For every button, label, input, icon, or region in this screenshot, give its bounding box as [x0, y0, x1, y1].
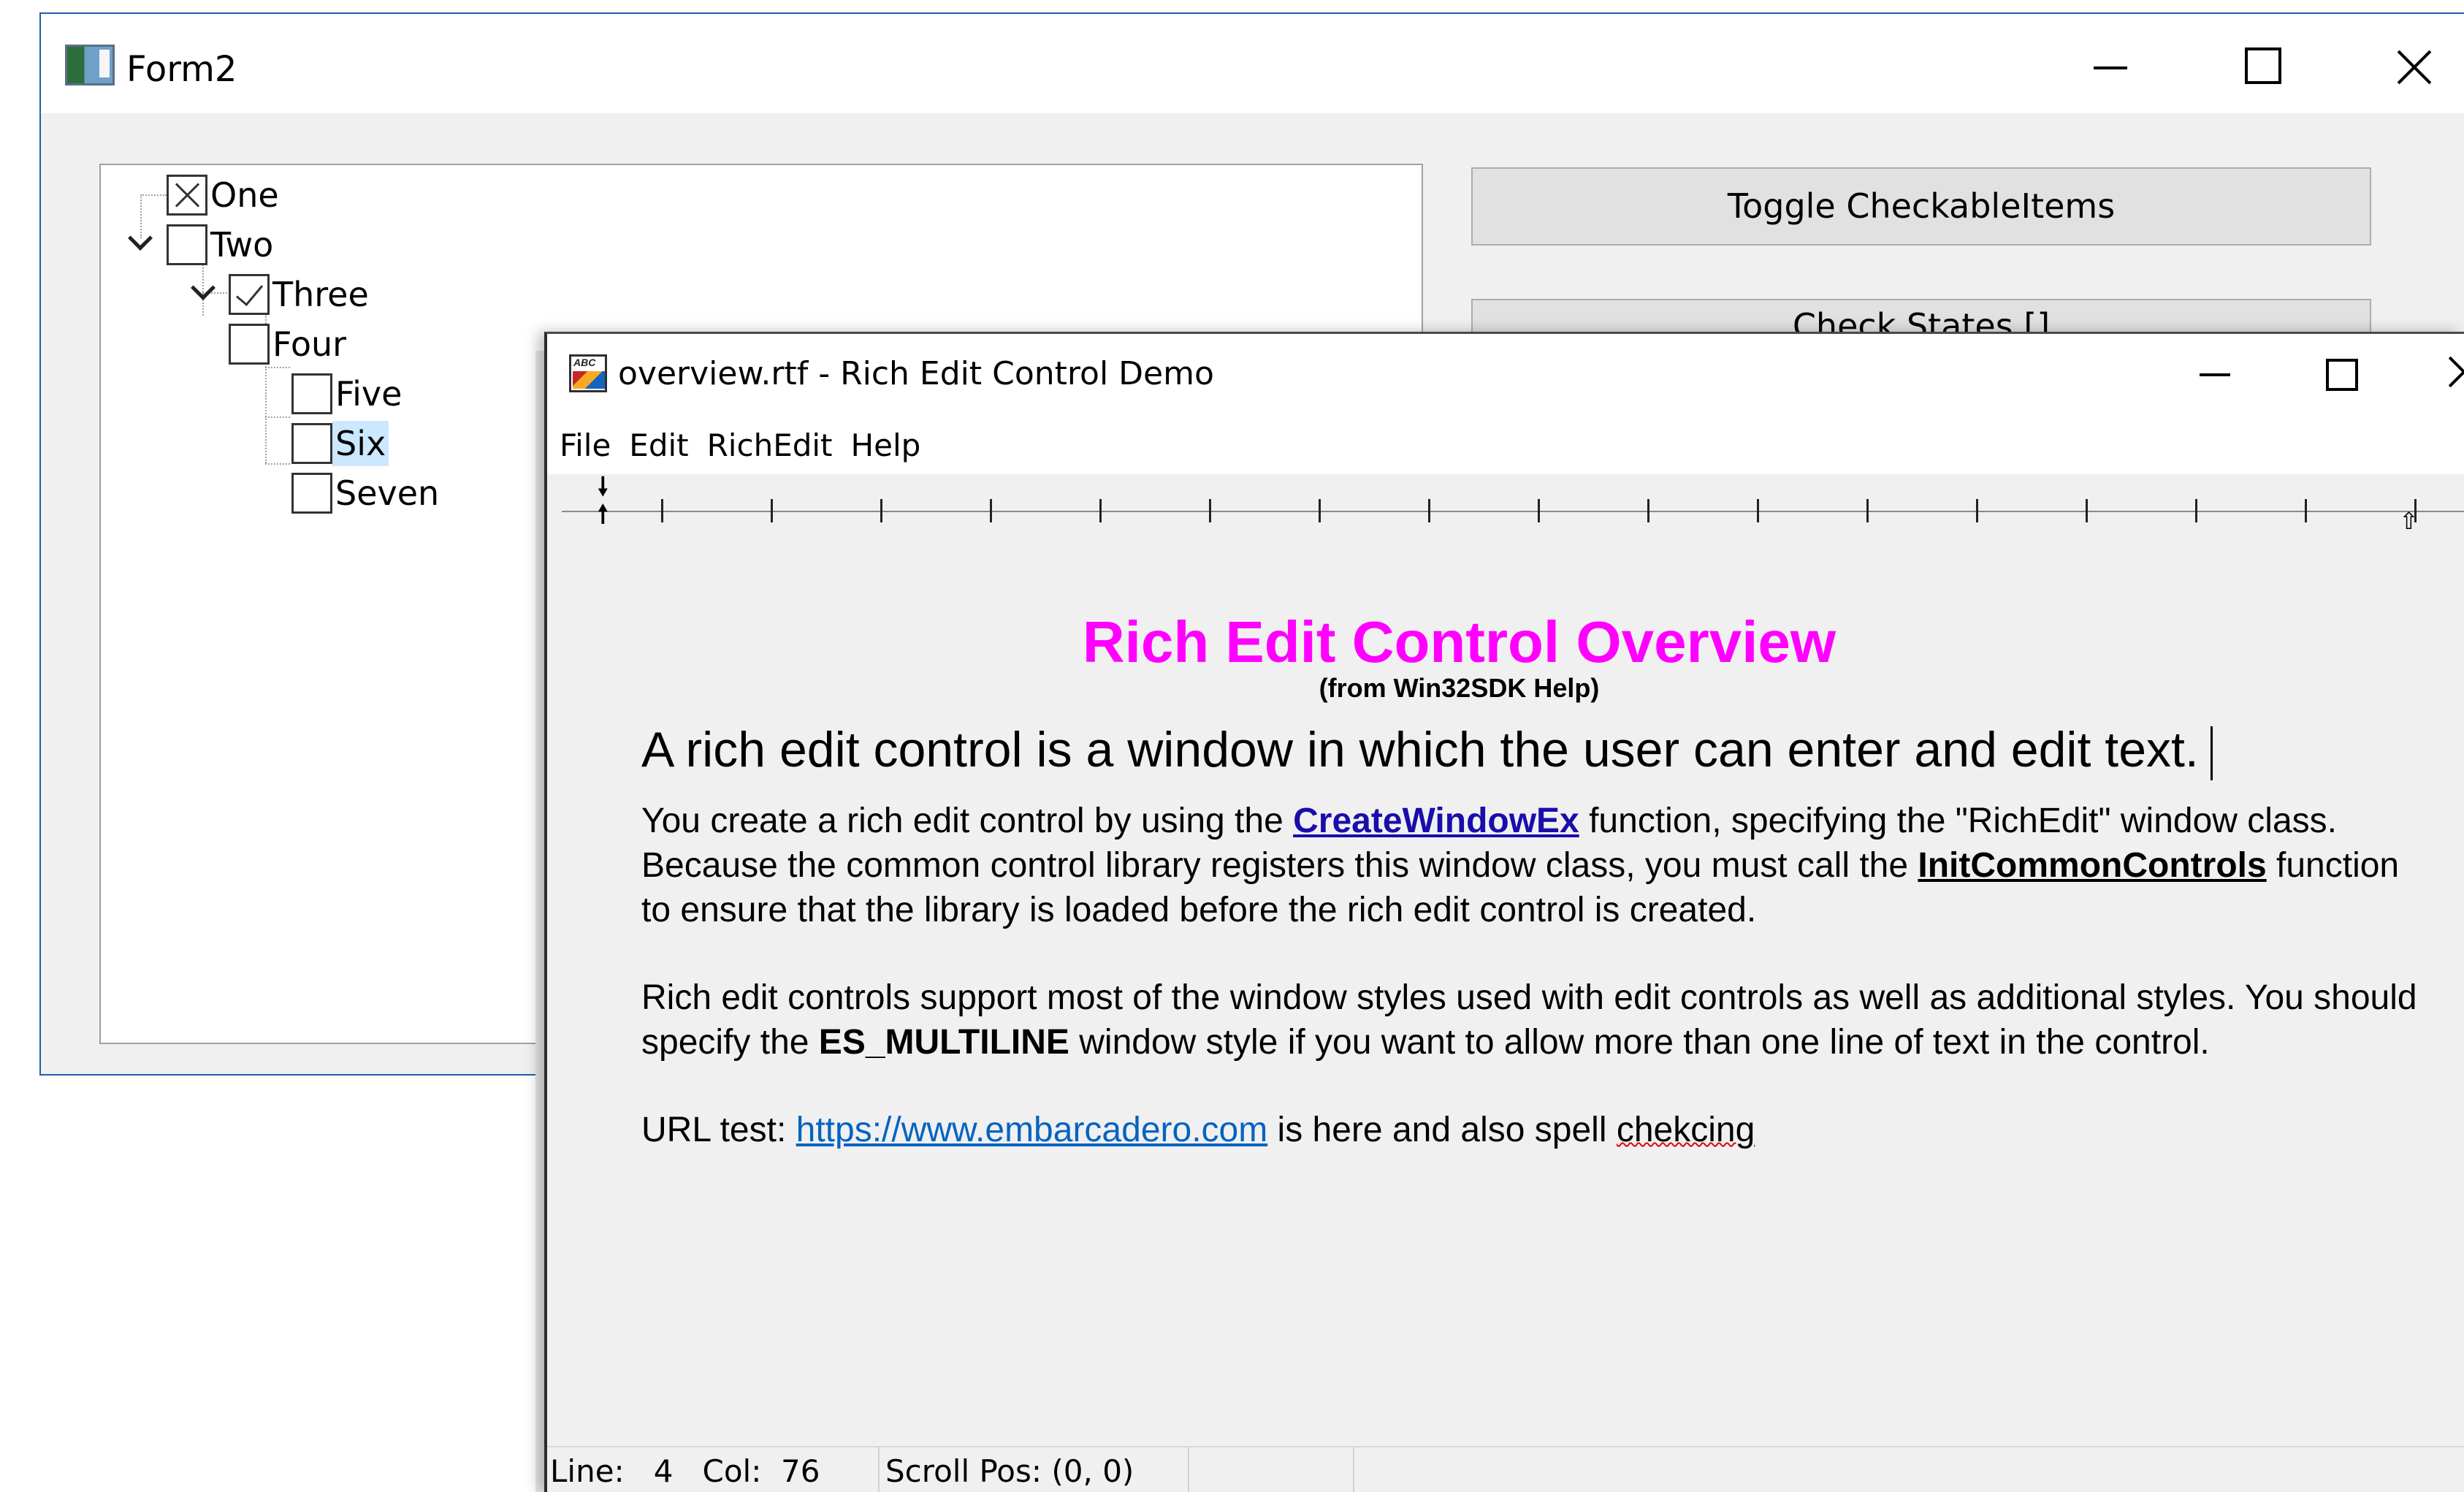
ruler-tick	[1099, 499, 1102, 522]
tree-connector	[265, 463, 290, 465]
createwindowex-link[interactable]: CreateWindowEx	[1293, 802, 1579, 840]
rich-edit-window: ABC overview.rtf - Rich Edit Control Dem…	[544, 332, 2464, 1492]
menu-edit[interactable]: Edit	[629, 427, 697, 463]
toggle-checkable-items-button[interactable]: Toggle CheckableItems	[1471, 167, 2371, 246]
left-indent-marker-icon[interactable]: 🠕	[598, 502, 609, 527]
tree-node-label: One	[210, 175, 279, 215]
checkbox-unchecked[interactable]	[167, 224, 207, 265]
minimize-button[interactable]	[2067, 34, 2154, 100]
menu-richedit[interactable]: RichEdit	[707, 427, 842, 463]
ruler-tick	[2086, 499, 2088, 522]
p2-text-b: window style if you want to allow more t…	[1069, 1023, 2210, 1062]
close-button[interactable]	[2370, 34, 2458, 100]
ruler[interactable]: 🠗 🠕 ⇧	[547, 474, 2464, 540]
status-pane-empty	[1189, 1447, 1354, 1492]
p3-text-a: URL test:	[641, 1111, 796, 1149]
document-title: Rich Edit Control Overview	[1082, 609, 1836, 674]
tree-node-label-selected: Six	[332, 421, 389, 466]
p1-text-a: You create a rich edit control by using …	[641, 802, 1294, 840]
text-caret	[2210, 726, 2213, 781]
ruler-tick	[1428, 499, 1430, 522]
menu-bar: File Edit RichEdit Help	[547, 416, 2464, 474]
paragraph-1: You create a rich edit control by using …	[641, 799, 2424, 932]
tree-node-three[interactable]: Three	[229, 270, 372, 319]
status-scroll-pos: Scroll Pos: (0, 0)	[880, 1447, 1189, 1492]
tree-node-five[interactable]: Five	[291, 370, 405, 418]
ruler-tick	[1866, 499, 1869, 522]
tree-node-label: Three	[272, 275, 369, 314]
ruler-tick	[1976, 499, 1978, 522]
form2-titlebar[interactable]: Form2	[41, 14, 2464, 113]
ruler-tick	[880, 499, 882, 522]
ruler-tick	[1209, 499, 1211, 522]
es-multiline-text: ES_MULTILINE	[818, 1023, 1069, 1062]
menu-file[interactable]: File	[560, 427, 619, 463]
paragraph-2: Rich edit controls support most of the w…	[641, 975, 2424, 1065]
ruler-tick	[1757, 499, 1759, 522]
tree-node-label: Five	[335, 374, 403, 414]
p3-text-b: is here and also spell	[1267, 1111, 1617, 1149]
window-title: Form2	[126, 49, 237, 90]
close-button[interactable]	[2424, 349, 2464, 400]
first-indent-marker-icon[interactable]: 🠗	[598, 474, 609, 499]
initcommoncontrols-link[interactable]: InitCommonControls	[1918, 846, 2266, 885]
checkbox-checked[interactable]	[229, 274, 270, 315]
paragraph-3: URL test: https://www.embarcadero.com is…	[641, 1108, 2424, 1152]
url-link[interactable]: https://www.embarcadero.com	[796, 1111, 1268, 1149]
tree-connector	[140, 194, 167, 196]
document-subtitle: (from Win32SDK Help)	[1319, 673, 1600, 703]
app-icon	[65, 45, 115, 85]
tree-node-four[interactable]: Four	[229, 320, 349, 368]
ruler-tick	[990, 499, 992, 522]
misspelled-word: chekcing	[1616, 1111, 1755, 1149]
ruler-tick	[2305, 499, 2307, 522]
checkbox-unchecked[interactable]	[229, 324, 270, 365]
checkbox-unchecked[interactable]	[291, 473, 332, 514]
checkbox-unchecked[interactable]	[291, 373, 332, 414]
tree-node-label: Four	[272, 324, 347, 364]
minimize-button[interactable]	[2175, 349, 2255, 400]
right-indent-marker-icon[interactable]: ⇧	[2399, 509, 2419, 533]
window-title: overview.rtf - Rich Edit Control Demo	[618, 355, 1214, 392]
status-line-col: Line: 4 Col: 76	[547, 1447, 880, 1492]
ruler-tick	[771, 499, 773, 522]
lead-text: A rich edit control is a window in which…	[641, 722, 2199, 777]
ruler-tick	[661, 499, 663, 522]
maximize-button[interactable]	[2217, 34, 2305, 100]
tree-node-two[interactable]: Two	[167, 221, 276, 269]
tree-node-label: Seven	[335, 473, 440, 513]
ruler-tick	[2195, 499, 2197, 522]
checkbox-crossed[interactable]	[167, 175, 207, 216]
tree-node-seven[interactable]: Seven	[291, 469, 442, 517]
ruler-baseline	[562, 511, 2464, 512]
ruler-tick	[1538, 499, 1540, 522]
tree-node-six[interactable]: Six	[291, 419, 389, 468]
ruler-tick	[1647, 499, 1649, 522]
document-area[interactable]: Rich Edit Control Overview (from Win32SD…	[547, 540, 2464, 1417]
rich-edit-app-icon: ABC	[569, 354, 607, 392]
tree-node-label: Two	[210, 225, 274, 264]
ruler-tick	[1319, 499, 1321, 522]
lead-paragraph: A rich edit control is a window in which…	[641, 721, 2213, 781]
chevron-down-icon[interactable]	[128, 226, 153, 251]
checkbox-unchecked[interactable]	[291, 423, 332, 464]
maximize-button[interactable]	[2298, 349, 2379, 400]
menu-help[interactable]: Help	[851, 427, 930, 463]
tree-node-one[interactable]: One	[167, 171, 282, 219]
status-bar: Line: 4 Col: 76 Scroll Pos: (0, 0)	[547, 1446, 2464, 1492]
chevron-down-icon[interactable]	[191, 275, 215, 300]
tree-connector	[265, 416, 290, 418]
rich-edit-titlebar[interactable]: ABC overview.rtf - Rich Edit Control Dem…	[547, 334, 2464, 416]
background-window-edge	[535, 351, 544, 1492]
